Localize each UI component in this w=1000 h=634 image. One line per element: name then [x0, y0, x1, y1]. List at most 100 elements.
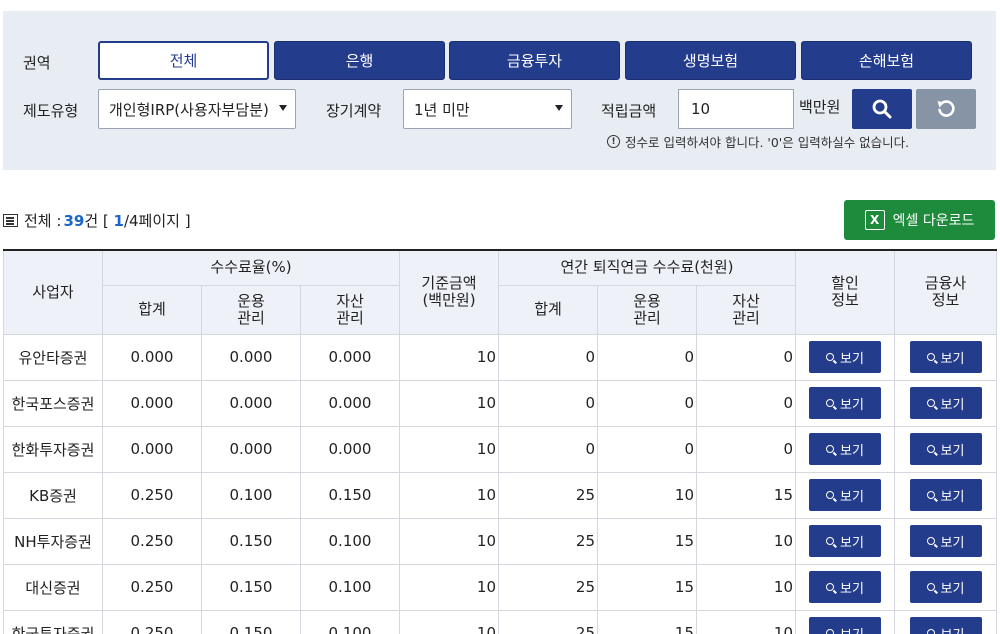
view-label: 보기 [840, 581, 864, 597]
rate-asset-cell: 0.100 [300, 563, 400, 611]
region-button-all[interactable]: 전체 [98, 41, 269, 80]
company-view-cell: 보기 [894, 379, 997, 427]
excel-download-label: 엑셀 다운로드 [892, 213, 975, 229]
system-type-select[interactable]: 개인형IRP(사용자부담분) [98, 89, 296, 129]
company-view-cell: 보기 [894, 563, 997, 611]
rate-asset-cell: 0.100 [300, 609, 400, 634]
table-row: NH투자증권 0.250 0.150 0.100 10 25 15 10 보기 보기 [3, 517, 997, 565]
discount-view-cell: 보기 [795, 563, 895, 611]
total-count: 39 [63, 212, 85, 230]
base-amount-cell: 10 [399, 425, 499, 473]
fee-asset-cell: 0 [696, 333, 796, 381]
rate-total-cell: 0.250 [102, 609, 202, 634]
fee-asset-cell: 0 [696, 425, 796, 473]
fee-table: 사업자 수수료율(%) 기준금액 (백만원) 연간 퇴직연금 수수료(천원) 할… [3, 249, 997, 634]
view-label: 보기 [940, 397, 965, 413]
company-cell: 한화투자증권 [3, 425, 103, 473]
amount-unit: 백만원 [799, 98, 841, 116]
region-label: 권역 [23, 54, 51, 72]
rate-total-cell: 0.250 [102, 517, 202, 565]
region-button-life-insurance[interactable]: 생명보험 [625, 41, 796, 80]
company-view-button[interactable]: 보기 [909, 387, 982, 419]
fee-operation-cell: 0 [597, 425, 697, 473]
fee-asset-cell: 10 [696, 563, 796, 611]
discount-view-button[interactable]: 보기 [809, 525, 881, 557]
discount-view-button[interactable]: 보기 [809, 571, 881, 603]
rate-asset-cell: 0.100 [300, 517, 400, 565]
search-icon [926, 491, 935, 499]
discount-view-cell: 보기 [795, 517, 895, 565]
company-cell: 대신증권 [3, 563, 103, 611]
base-amount-cell: 10 [399, 563, 499, 611]
header-annual-fee-operation: 운용 관리 [597, 284, 697, 335]
search-icon [926, 445, 935, 453]
search-icon [926, 583, 935, 591]
fee-total-cell: 25 [498, 517, 598, 565]
search-button[interactable] [852, 89, 912, 129]
search-icon [826, 491, 835, 499]
search-icon [826, 583, 835, 591]
region-button-nonlife-insurance[interactable]: 손해보험 [801, 41, 972, 80]
search-icon [826, 537, 835, 545]
long-term-value: 1년 미만 [414, 100, 470, 119]
region-button-bank[interactable]: 은행 [274, 41, 445, 80]
search-icon [872, 99, 892, 119]
fee-total-cell: 25 [498, 609, 598, 634]
header-fee-rate-operation: 운용 관리 [201, 284, 301, 335]
search-icon [826, 629, 835, 634]
view-label: 보기 [840, 489, 864, 505]
rate-asset-cell: 0.000 [300, 333, 400, 381]
view-label: 보기 [840, 351, 864, 367]
rate-operation-cell: 0.150 [201, 609, 301, 634]
fee-asset-cell: 15 [696, 471, 796, 519]
table-row: 유안타증권 0.000 0.000 0.000 10 0 0 0 보기 보기 [3, 333, 997, 381]
fee-operation-cell: 15 [597, 563, 697, 611]
search-icon [926, 353, 935, 361]
discount-view-button[interactable]: 보기 [809, 387, 881, 419]
discount-view-button[interactable]: 보기 [809, 479, 881, 511]
reset-button[interactable] [916, 89, 976, 129]
company-view-button[interactable]: 보기 [909, 617, 982, 634]
header-company: 사업자 [3, 249, 103, 335]
refresh-icon [937, 100, 955, 117]
company-view-cell: 보기 [894, 471, 997, 519]
table-row: 한국포스증권 0.000 0.000 0.000 10 0 0 0 보기 보기 [3, 379, 997, 427]
company-view-button[interactable]: 보기 [909, 479, 982, 511]
search-icon [826, 353, 835, 361]
base-amount-cell: 10 [399, 517, 499, 565]
header-company-info: 금융사 정보 [894, 249, 997, 335]
header-discount-info: 할인 정보 [795, 249, 895, 335]
company-view-button[interactable]: 보기 [909, 433, 982, 465]
search-icon [926, 399, 935, 407]
region-button-investment[interactable]: 금융투자 [449, 41, 620, 80]
view-label: 보기 [941, 624, 965, 634]
fee-asset-cell: 10 [696, 609, 796, 634]
view-label: 보기 [840, 397, 864, 413]
company-view-button[interactable]: 보기 [909, 341, 982, 373]
company-view-button[interactable]: 보기 [909, 571, 982, 603]
fee-total-cell: 0 [498, 379, 598, 427]
rate-total-cell: 0.000 [102, 333, 202, 381]
fee-operation-cell: 10 [597, 471, 697, 519]
discount-view-button[interactable]: 보기 [809, 617, 881, 634]
rate-asset-cell: 0.150 [300, 471, 400, 519]
result-summary: 전체 : 39건 [ 1/4페이지 ] [3, 210, 191, 231]
list-icon [3, 214, 18, 227]
company-view-cell: 보기 [894, 333, 997, 381]
rate-asset-cell: 0.000 [300, 379, 400, 427]
long-term-select[interactable]: 1년 미만 [403, 89, 572, 129]
discount-view-button[interactable]: 보기 [809, 341, 881, 373]
chevron-down-icon [279, 105, 287, 111]
hint-text: 정수로 입력하셔야 합니다. '0'은 입력하실수 없습니다. [625, 135, 910, 150]
table-row: 대신증권 0.250 0.150 0.100 10 25 15 10 보기 보기 [3, 563, 997, 611]
fee-operation-cell: 15 [597, 609, 697, 634]
table-row: 한화투자증권 0.000 0.000 0.000 10 0 0 0 보기 보기 [3, 425, 997, 473]
rate-total-cell: 0.250 [102, 471, 202, 519]
company-view-button[interactable]: 보기 [909, 525, 982, 557]
amount-input[interactable] [678, 89, 794, 129]
excel-download-button[interactable]: X 엑셀 다운로드 [844, 200, 995, 240]
base-amount-cell: 10 [399, 609, 499, 634]
discount-view-button[interactable]: 보기 [809, 433, 881, 465]
view-label: 보기 [940, 443, 965, 459]
header-annual-fee-asset: 자산 관리 [696, 284, 796, 335]
